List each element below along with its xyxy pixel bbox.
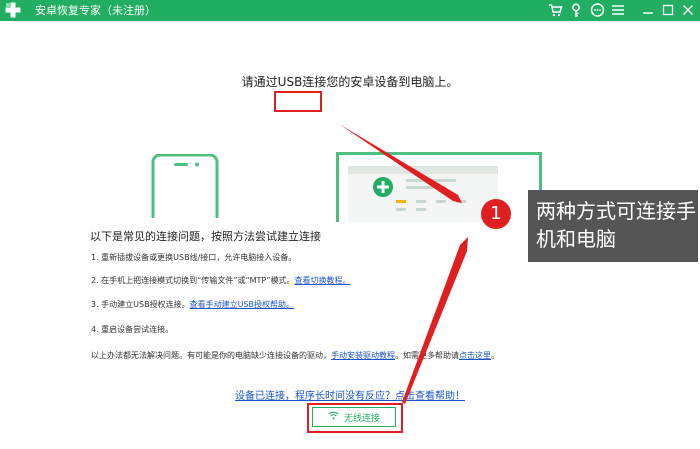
usb-connect-heading: 请通过USB连接您的安卓设备到电脑上。: [0, 73, 700, 90]
cart-icon[interactable]: [547, 2, 563, 18]
menu-icon[interactable]: [610, 2, 626, 18]
switch-tutorial-link[interactable]: 查看切换教程。: [295, 276, 351, 285]
usb-highlight-box: [274, 91, 322, 112]
connected-help-link[interactable]: 设备已连接，程序长时间没有反应？点击查看帮助！: [0, 387, 700, 402]
step-item: 3. 手动建立USB授权连接。查看手动建立USB授权帮助。: [91, 299, 294, 310]
wireless-connect-label: 无线连接: [343, 413, 380, 424]
maximize-icon[interactable]: [660, 2, 676, 18]
usb-auth-help-link[interactable]: 查看手动建立USB授权帮助。: [190, 300, 294, 309]
click-here-link[interactable]: 点击这里: [459, 351, 491, 360]
step-badge: 1: [481, 199, 511, 229]
step-text: 2. 在手机上把连接模式切换到“传输文件”或“MTP”模式。: [91, 276, 295, 285]
callout-text: 两种方式可连接手机和电脑: [536, 199, 696, 251]
wireless-connect-button[interactable]: 无线连接: [312, 407, 396, 427]
heading-text-before: 请通过: [241, 75, 278, 89]
step-item: 1. 重新插拔设备或更换USB线/接口，允许电脑接入设备。: [91, 252, 296, 263]
close-icon[interactable]: [680, 2, 696, 18]
driver-install-link[interactable]: 手动安装驱动教程: [331, 351, 395, 360]
wifi-icon: [328, 411, 339, 423]
note-text: 。: [491, 351, 499, 360]
chat-icon[interactable]: [589, 2, 605, 18]
step-text: 1. 重新插拔设备或更换USB线/接口，允许电脑接入设备。: [91, 253, 297, 262]
callout-box: 两种方式可连接手机和电脑: [528, 190, 698, 262]
key-icon[interactable]: [568, 2, 584, 18]
note-text: 。如需更多帮助请: [395, 351, 459, 360]
note-text: 以上办法都无法解决问题。有可能是你的电脑缺少连接设备的驱动，: [91, 351, 331, 360]
app-title: 安卓恢复专家（未注册）: [35, 4, 156, 17]
app-logo-icon: [5, 2, 21, 18]
pc-illustration: [336, 152, 542, 226]
heading-text-after: 您的安卓设备到电脑上。: [326, 75, 459, 89]
title-bar: 安卓恢复专家（未注册）: [0, 0, 700, 21]
step-text: 3. 手动建立USB授权连接。: [91, 300, 190, 309]
step-item: 2. 在手机上把连接模式切换到“传输文件”或“MTP”模式。查看切换教程。: [91, 275, 351, 286]
phone-illustration: [150, 153, 220, 224]
minimize-icon[interactable]: [640, 2, 656, 18]
heading-text-highlight: USB连接: [277, 75, 327, 89]
help-title: 以下是常见的连接问题，按照方法尝试建立连接: [90, 230, 321, 243]
driver-note: 以上办法都无法解决问题。有可能是你的电脑缺少连接设备的驱动，手动安装驱动教程。如…: [91, 350, 499, 361]
step-item: 4. 重启设备尝试连接。: [91, 324, 173, 335]
step-text: 4. 重启设备尝试连接。: [91, 325, 174, 334]
